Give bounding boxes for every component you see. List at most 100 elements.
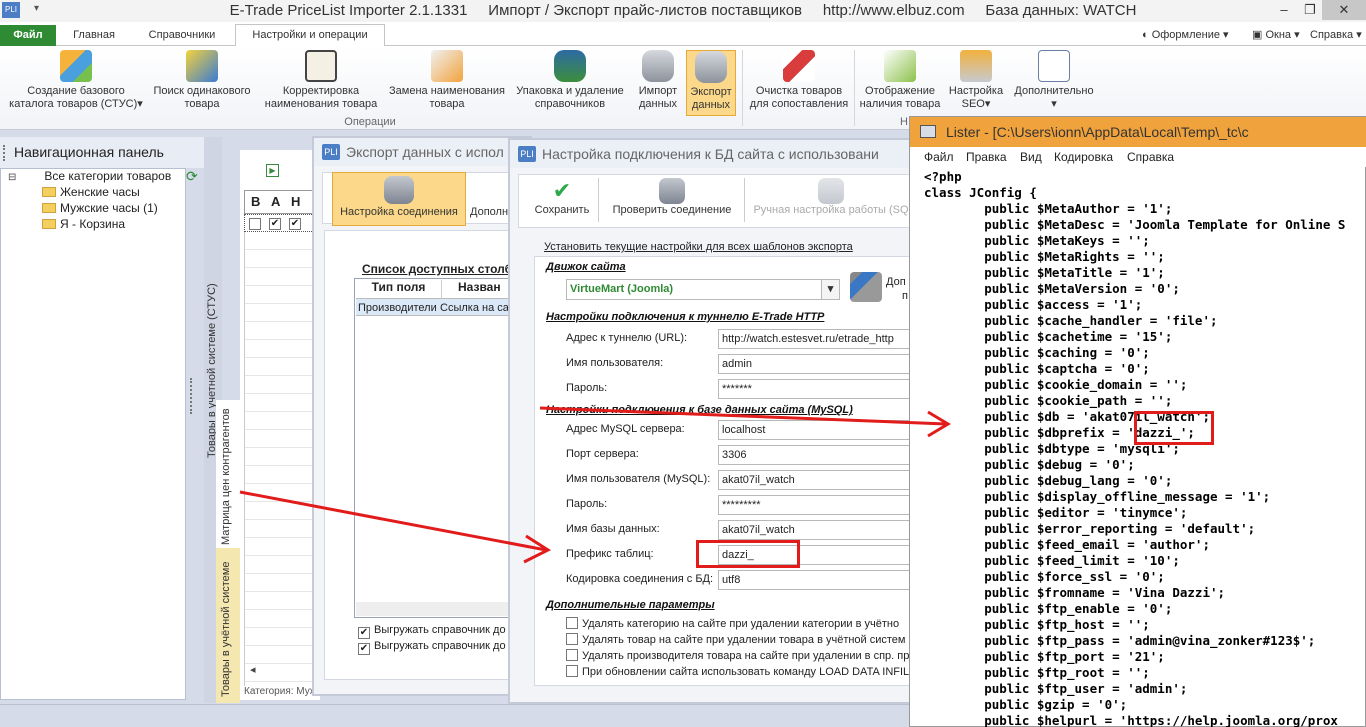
- close-icon[interactable]: ✕: [1322, 0, 1366, 20]
- tab-settings[interactable]: Настройки и операции: [235, 24, 385, 47]
- manual-sql-button[interactable]: Ручная настройка работы (SQ: [746, 178, 916, 216]
- show-availability-label: Отображение наличия товара: [859, 85, 941, 110]
- tree-item[interactable]: Я - Корзина: [42, 216, 125, 232]
- checkbox[interactable]: [566, 665, 578, 677]
- more-button[interactable]: Дополн: [470, 206, 508, 218]
- refresh-icon[interactable]: ⟳: [186, 168, 198, 185]
- prefix-highlight-box: [696, 540, 800, 568]
- lister-content[interactable]: <?php class JConfig { public $MetaAuthor…: [924, 169, 1364, 727]
- tunnel-section-title: Настройки подключения к туннелю E-Trade …: [546, 311, 825, 323]
- tree-item[interactable]: Мужские часы (1): [42, 200, 158, 216]
- windows-icon: ▣: [1252, 29, 1266, 41]
- extra-settings-link-b[interactable]: п: [902, 290, 908, 302]
- checkbox[interactable]: [566, 617, 578, 629]
- checkbox-checked[interactable]: ✔: [269, 218, 281, 230]
- nav-panel-grip[interactable]: [3, 145, 6, 161]
- option-label: При обновлении сайта использовать команд…: [582, 666, 914, 678]
- option-row[interactable]: При обновлении сайта использовать команд…: [566, 665, 914, 678]
- tab-home[interactable]: Главная: [62, 25, 126, 46]
- tree-item[interactable]: Женские часы: [42, 184, 140, 200]
- checkbox-label: Выгружать справочник до: [374, 640, 506, 652]
- port-field[interactable]: 3306: [718, 445, 914, 465]
- checkbox-checked[interactable]: ✔: [358, 627, 370, 639]
- create-catalog-button[interactable]: Создание базового каталога товаров (СТУС…: [6, 50, 146, 116]
- minimize-icon[interactable]: –: [1270, 0, 1298, 20]
- export-data-button[interactable]: Экспорт данных: [686, 50, 736, 116]
- side-tab-goods[interactable]: Товары в учётной системе: [220, 562, 232, 697]
- engine-section-title: Движок сайта: [546, 261, 626, 273]
- grid-header-cell[interactable]: Н: [291, 194, 300, 209]
- checkbox-checked[interactable]: ✔: [289, 218, 301, 230]
- database-pack-icon: [554, 50, 586, 82]
- menu-item-help[interactable]: Справка: [1127, 147, 1174, 167]
- clean-products-button[interactable]: Очистка товаров для сопоставления: [746, 50, 852, 116]
- replace-name-button[interactable]: Замена наименования товара: [384, 50, 510, 116]
- additional-button[interactable]: Дополнительно ▾: [1008, 50, 1100, 116]
- design-icon: ◐: [1142, 29, 1152, 41]
- manual-sql-label: Ручная настройка работы (SQ: [753, 204, 909, 216]
- grid-header-cell[interactable]: А: [271, 194, 280, 209]
- option-row[interactable]: Удалять категорию на сайте при удалении …: [566, 617, 914, 630]
- seo-settings-button[interactable]: Настройка SEO▾: [946, 50, 1006, 116]
- password-field[interactable]: *******: [718, 379, 914, 399]
- checkbox[interactable]: [566, 649, 578, 661]
- mysql-user-field[interactable]: akat07il_watch: [718, 470, 914, 490]
- book-icon: [305, 50, 337, 82]
- mysql-host-label: Адрес MySQL сервера:: [566, 423, 685, 435]
- extra-settings-link[interactable]: Доп: [886, 276, 906, 288]
- option-row[interactable]: Удалять производителя товара на сайте пр…: [566, 649, 914, 662]
- menu-item-encoding[interactable]: Кодировка: [1054, 147, 1113, 167]
- engine-select[interactable]: VirtueMart (Joomla) ▾: [566, 279, 840, 300]
- encoding-field[interactable]: utf8: [718, 570, 914, 590]
- grid-row[interactable]: ✔ ✔: [244, 214, 320, 232]
- help-menu[interactable]: Справка ▾: [1310, 28, 1362, 41]
- pack-remove-refs-button[interactable]: Упаковка и удаление справочников: [510, 50, 630, 116]
- seo-icon: [960, 50, 992, 82]
- windows-menu[interactable]: ▣ Окна ▾: [1252, 28, 1300, 41]
- check-connection-button[interactable]: Проверить соединение: [602, 178, 742, 216]
- user-field[interactable]: admin: [718, 354, 914, 374]
- menu-item-edit[interactable]: Правка: [966, 147, 1007, 167]
- splitter-grip[interactable]: [190, 378, 194, 414]
- export-checkbox-row[interactable]: ✔ Выгружать справочник до: [358, 640, 514, 655]
- checkbox-checked[interactable]: ✔: [358, 643, 370, 655]
- checkbox[interactable]: [566, 633, 578, 645]
- side-tab-matrix[interactable]: Матрица цен контрагентов: [220, 408, 232, 545]
- menu-item-view[interactable]: Вид: [1020, 147, 1042, 167]
- connection-settings-button[interactable]: Настройка соединения: [332, 172, 466, 226]
- export-checkbox-row[interactable]: ✔ Выгружать справочник до: [358, 624, 514, 639]
- app-logo: PLI: [518, 146, 536, 162]
- collapse-icon[interactable]: ⊟: [8, 172, 16, 183]
- wrench-tools-icon[interactable]: [850, 272, 882, 302]
- save-button[interactable]: ✔ Сохранить: [530, 178, 594, 216]
- tab-references[interactable]: Справочники: [134, 25, 230, 46]
- grid-header-cell[interactable]: В: [251, 194, 260, 209]
- lister-window: Lister - [C:\Users\ionn\AppData\Local\Te…: [909, 116, 1366, 727]
- checkbox[interactable]: [249, 218, 261, 230]
- mysql-host-field[interactable]: localhost: [718, 420, 914, 440]
- db-name-field[interactable]: akat07il_watch: [718, 520, 914, 540]
- create-catalog-label: Создание базового каталога товаров (СТУС…: [9, 85, 138, 110]
- column-header-type[interactable]: Тип поля: [356, 280, 442, 298]
- clean-icon: [783, 50, 815, 82]
- mysql-password-field[interactable]: *********: [718, 495, 914, 515]
- set-for-all-templates-link[interactable]: Установить текущие настройки для всех ша…: [544, 241, 853, 253]
- help-label: Справка: [1310, 29, 1354, 41]
- mysql-password-label: Пароль:: [566, 498, 608, 510]
- tab-file[interactable]: Файл: [0, 25, 56, 46]
- grid-toolbar-icon[interactable]: ▶: [266, 164, 279, 177]
- chevron-down-icon[interactable]: ▾: [821, 280, 839, 299]
- option-row[interactable]: Удалять товар на сайте при удалении това…: [566, 633, 914, 646]
- find-same-product-button[interactable]: Поиск одинакового товара: [146, 50, 258, 116]
- scroll-left-icon[interactable]: ◂: [250, 663, 256, 676]
- export-window-title: PLI Экспорт данных с испол: [314, 138, 530, 166]
- menu-item-file[interactable]: Файл: [924, 147, 954, 167]
- horizontal-scrollbar[interactable]: [356, 602, 516, 616]
- show-availability-button[interactable]: Отображение наличия товара: [856, 50, 944, 116]
- tunnel-url-field[interactable]: http://watch.estesvet.ru/etrade_http: [718, 329, 914, 349]
- correct-name-button[interactable]: Корректировка наименования товара: [258, 50, 384, 116]
- design-menu[interactable]: ◐ Оформление ▾: [1142, 28, 1229, 41]
- table-row[interactable]: Производители Ссылка на са: [356, 298, 516, 316]
- maximize-icon[interactable]: ❐: [1296, 0, 1324, 20]
- import-data-button[interactable]: Импорт данных: [632, 50, 684, 116]
